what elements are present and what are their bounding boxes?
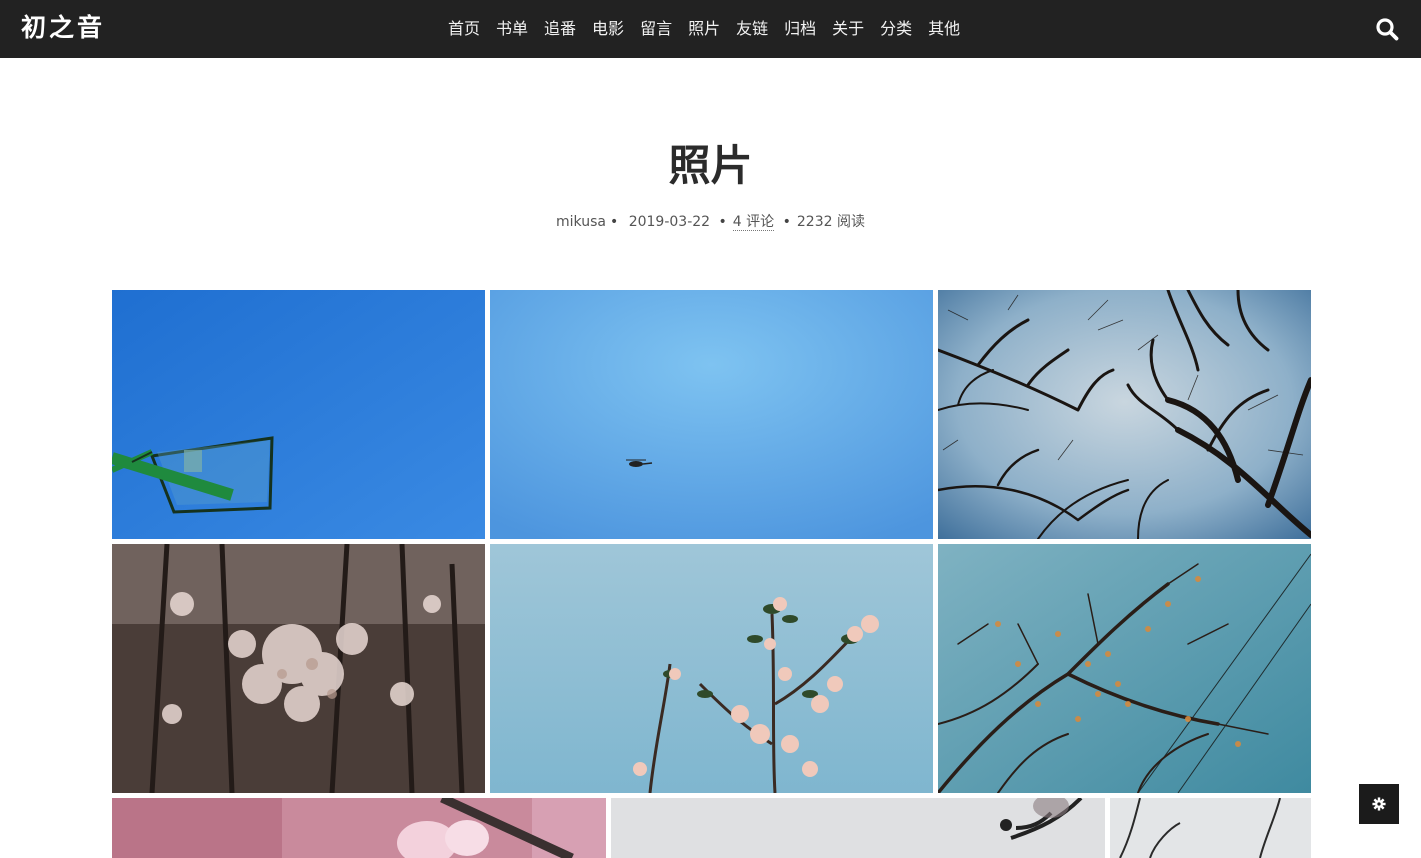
gallery-photo-orange-buds[interactable] (938, 544, 1311, 793)
site-logo[interactable]: 初之音 (21, 11, 105, 45)
gallery-photo-blossom-branch[interactable] (611, 798, 1105, 858)
photo-image (490, 290, 933, 539)
post-date: 2019-03-22 (628, 214, 711, 230)
photo-image (112, 798, 606, 858)
photo-image (112, 290, 485, 539)
nav-item-booklist[interactable]: 书单 (488, 0, 536, 58)
nav-item-friends[interactable]: 友链 (728, 0, 776, 58)
gallery-photo-grey-branches[interactable] (1110, 798, 1311, 858)
nav-item-guestbook[interactable]: 留言 (632, 0, 680, 58)
photo-image (112, 544, 485, 793)
page-title: 照片 (668, 141, 753, 190)
nav-item-home[interactable]: 首页 (440, 0, 488, 58)
nav-item-movies[interactable]: 电影 (584, 0, 632, 58)
nav-item-anime[interactable]: 追番 (536, 0, 584, 58)
nav-item-photos[interactable]: 照片 (680, 0, 728, 58)
meta-separator: • (609, 214, 619, 230)
search-icon (1376, 18, 1399, 41)
post-comments-link[interactable]: 4 评论 (732, 214, 775, 231)
photo-image (490, 544, 933, 793)
gallery-photo-basketball-hoop[interactable] (112, 290, 485, 539)
photo-image (611, 798, 1105, 858)
gallery-photo-cherry-forest[interactable] (112, 544, 485, 793)
settings-button[interactable] (1359, 784, 1399, 824)
gallery-photo-apple-blossom[interactable] (490, 544, 933, 793)
gallery-photo-pink-flower[interactable] (112, 798, 606, 858)
nav-item-other[interactable]: 其他 (920, 0, 968, 58)
post-author[interactable]: mikusa (556, 214, 606, 230)
post-views: 2232 阅读 (796, 214, 865, 230)
gallery-photo-bare-trees[interactable] (938, 290, 1311, 539)
photo-image (1110, 798, 1311, 858)
photo-image (938, 290, 1311, 539)
nav-item-archive[interactable]: 归档 (776, 0, 824, 58)
post-meta: mikusa • 2019-03-22 • 4 评论 • 2232 阅读 (0, 211, 1421, 233)
photo-image (938, 544, 1311, 793)
main-nav: 首页 书单 追番 电影 留言 照片 友链 归档 关于 分类 其他 (440, 0, 968, 58)
nav-item-categories[interactable]: 分类 (872, 0, 920, 58)
nav-item-about[interactable]: 关于 (824, 0, 872, 58)
search-button[interactable] (1375, 17, 1399, 41)
meta-separator: • (782, 214, 791, 230)
top-navbar: 初之音 首页 书单 追番 电影 留言 照片 友链 归档 关于 分类 其他 (0, 0, 1421, 58)
meta-separator: • (718, 214, 727, 230)
gear-icon (1372, 797, 1386, 811)
gallery-photo-helicopter[interactable] (490, 290, 933, 539)
